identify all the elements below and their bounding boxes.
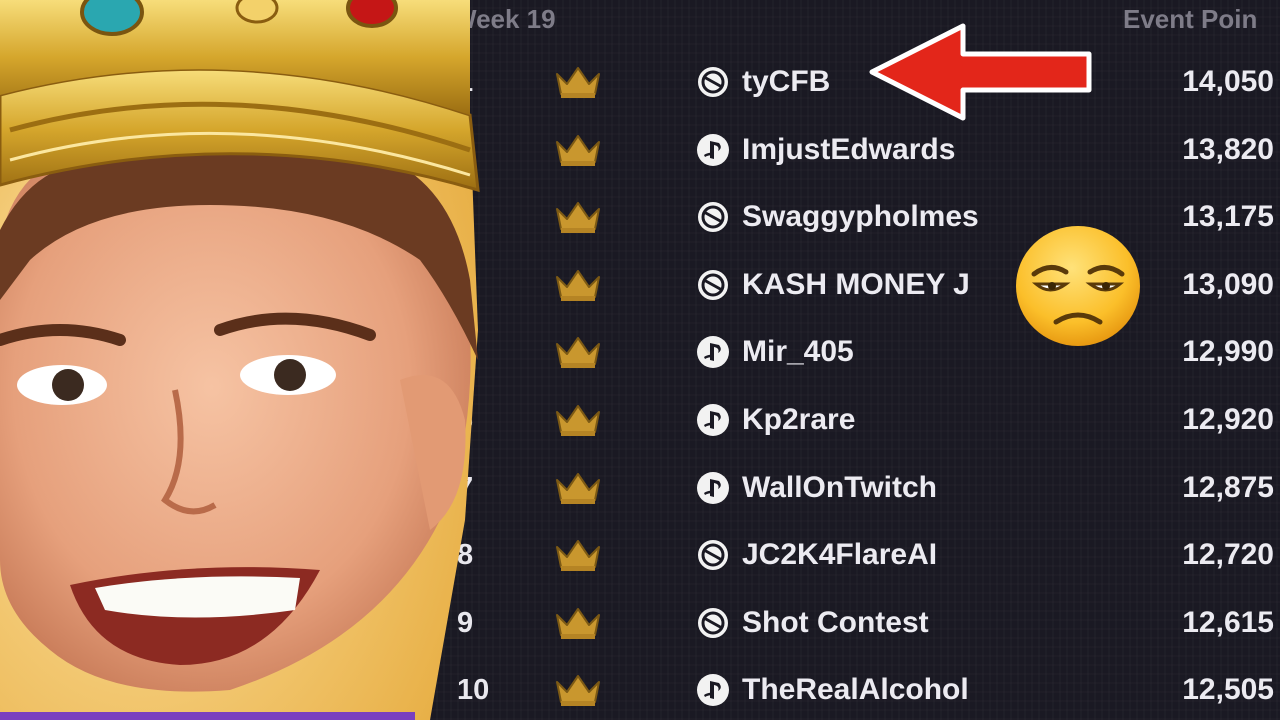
player-name[interactable]: Shot Contest — [742, 606, 929, 640]
event-points: 13,175 — [1182, 200, 1274, 234]
event-points-header: Event Poin — [1123, 4, 1258, 34]
playstation-icon — [695, 672, 731, 708]
unamused-face-emoji — [1016, 226, 1140, 346]
player-name[interactable]: tyCFB — [742, 65, 830, 99]
xbox-icon — [695, 267, 731, 303]
event-points: 12,920 — [1182, 403, 1274, 436]
leaderboard-row[interactable]: 5Mir_40512,990 — [415, 322, 1280, 382]
playstation-icon — [695, 334, 731, 370]
crown-icon — [553, 267, 603, 303]
crown-icon — [553, 132, 603, 168]
player-name[interactable]: Mir_405 — [742, 335, 854, 369]
event-points: 12,720 — [1182, 538, 1274, 572]
event-points: 13,820 — [1182, 132, 1274, 166]
leaderboard-row[interactable]: 7WallOnTwitch12,875 — [415, 458, 1280, 518]
crown-icon — [553, 64, 603, 100]
event-points: 14,050 — [1182, 65, 1274, 98]
event-points: 12,505 — [1182, 673, 1274, 707]
player-name[interactable]: Swaggypholmes — [742, 200, 979, 234]
purple-accent-strip — [0, 712, 415, 720]
event-points: 13,090 — [1182, 267, 1274, 301]
xbox-icon — [695, 605, 731, 641]
crown-icon — [553, 605, 603, 641]
playstation-icon — [695, 402, 731, 438]
player-name[interactable]: KASH MONEY J — [742, 268, 970, 302]
leaderboard-row[interactable]: 10 TheRealAlcohol 12,505 — [415, 660, 1280, 720]
leaderboard-row[interactable]: 1tyCFB14,050 — [415, 52, 1280, 112]
smiling-man-with-crown-image — [0, 0, 480, 720]
xbox-icon — [695, 537, 731, 573]
crown-icon — [553, 537, 603, 573]
xbox-icon — [695, 199, 731, 235]
event-points: 12,990 — [1182, 335, 1274, 369]
event-points: 12,615 — [1182, 605, 1274, 639]
leaderboard-row[interactable]: 6Kp2rare12,920 — [415, 390, 1280, 450]
crown-icon — [553, 199, 603, 235]
leaderboard-row[interactable]: 2ImjustEdwards13,820 — [415, 120, 1280, 180]
crown-icon — [553, 672, 603, 708]
player-name[interactable]: TheRealAlcohol — [742, 673, 969, 707]
leaderboard-panel: Week 19 Event Poin 1tyCFB14,0502ImjustEd… — [415, 0, 1280, 720]
crown-icon — [553, 470, 603, 506]
playstation-icon — [695, 132, 731, 168]
event-points: 12,875 — [1182, 470, 1274, 504]
leaderboard-row[interactable]: 4KASH MONEY J13,090 — [415, 255, 1280, 315]
player-name[interactable]: WallOnTwitch — [742, 471, 937, 505]
player-name[interactable]: Kp2rare — [742, 403, 855, 437]
xbox-icon — [695, 64, 731, 100]
crown-icon — [553, 402, 603, 438]
crown-icon — [553, 334, 603, 370]
leaderboard-row[interactable]: 8 JC2K4FlareAI 12,720 — [415, 525, 1280, 585]
player-name[interactable]: JC2K4FlareAI — [742, 538, 937, 572]
player-name[interactable]: ImjustEdwards — [742, 133, 955, 167]
leaderboard-row[interactable]: 3Swaggypholmes13,175 — [415, 187, 1280, 247]
leaderboard-row[interactable]: 9 Shot Contest 12,615 — [415, 593, 1280, 653]
thumbnail-stage: Week 19 Event Poin 1tyCFB14,0502ImjustEd… — [0, 0, 1280, 720]
playstation-icon — [695, 470, 731, 506]
red-arrow-icon — [869, 23, 1092, 121]
